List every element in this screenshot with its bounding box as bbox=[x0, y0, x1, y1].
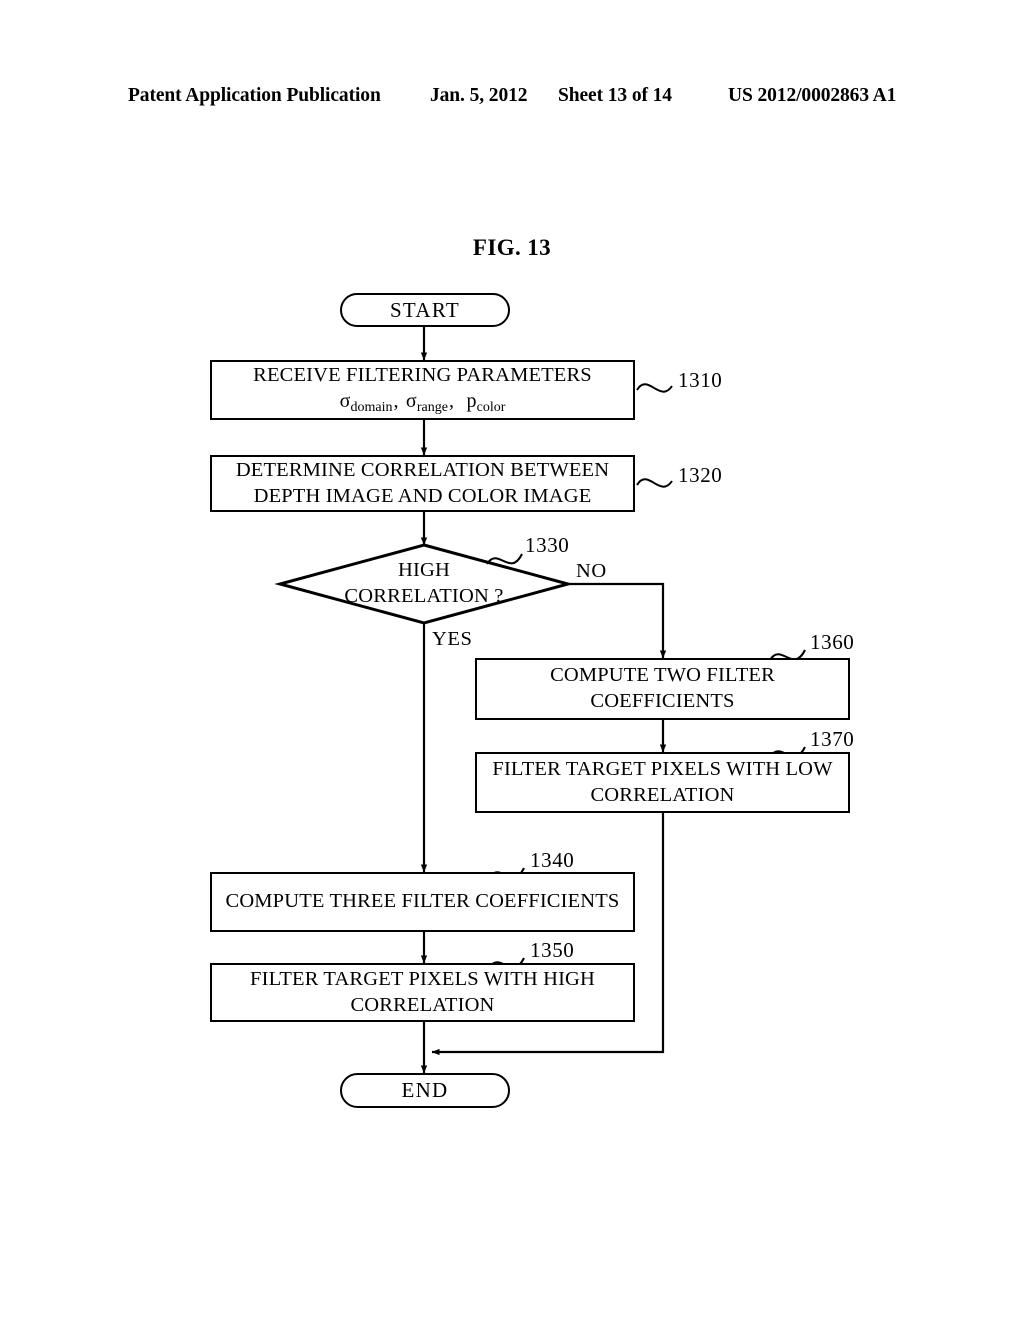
flow-node-1310-content: RECEIVE FILTERING PARAMETERS σdomain, σr… bbox=[245, 364, 600, 416]
flow-node-start: START bbox=[340, 293, 510, 327]
flow-node-1330-content: HIGH CORRELATION ? bbox=[344, 559, 503, 608]
flow-node-1370-line1: FILTER TARGET PIXELS WITH LOW bbox=[492, 757, 833, 780]
connector-no-branch-to-1360 bbox=[568, 582, 667, 659]
ref-numeral-1370: 1370 bbox=[810, 727, 855, 751]
sigma-domain-symbol: σdomain bbox=[339, 389, 393, 415]
flow-node-1360-content: COMPUTE TWO FILTER COEFFICIENTS bbox=[542, 664, 783, 714]
flow-node-1360-line2: COEFFICIENTS bbox=[590, 690, 735, 712]
branch-label-no: NO bbox=[576, 560, 607, 582]
ref-numeral-1350: 1350 bbox=[530, 938, 575, 962]
flow-node-1360: COMPUTE TWO FILTER COEFFICIENTS bbox=[475, 658, 850, 720]
flow-node-start-label: START bbox=[389, 297, 461, 322]
p-color-symbol: pcolor bbox=[466, 389, 506, 415]
flow-node-end-label: END bbox=[401, 1078, 449, 1103]
flow-node-1350-line1: FILTER TARGET PIXELS WITH HIGH bbox=[250, 967, 595, 990]
flow-node-end: END bbox=[340, 1073, 510, 1108]
flow-node-1370-content: FILTER TARGET PIXELS WITH LOW CORRELATIO… bbox=[484, 758, 840, 808]
flow-node-1350-line2: CORRELATION bbox=[350, 993, 495, 1016]
flow-node-1320-line1: DETERMINE CORRELATION BETWEEN bbox=[235, 458, 610, 481]
flow-node-1340-line1: COMPUTE THREE FILTER COEFFICIENTS bbox=[225, 890, 620, 912]
flow-node-1350: FILTER TARGET PIXELS WITH HIGH CORRELATI… bbox=[210, 963, 635, 1022]
sigma-range-symbol: σrange bbox=[405, 389, 448, 415]
flow-node-1310: RECEIVE FILTERING PARAMETERS σdomain, σr… bbox=[210, 360, 635, 420]
flow-node-1370: FILTER TARGET PIXELS WITH LOW CORRELATIO… bbox=[475, 752, 850, 813]
leader-line-1320 bbox=[636, 478, 673, 488]
ref-numeral-1310: 1310 bbox=[678, 368, 723, 392]
flow-node-1360-line1: COMPUTE TWO FILTER bbox=[550, 664, 775, 687]
ref-numeral-1330: 1330 bbox=[525, 533, 570, 557]
branch-label-yes: YES bbox=[432, 628, 473, 650]
flow-node-1320-content: DETERMINE CORRELATION BETWEEN DEPTH IMAG… bbox=[228, 459, 617, 509]
flow-node-1370-line2: CORRELATION bbox=[590, 783, 735, 806]
leader-line-1310 bbox=[636, 383, 673, 393]
flow-node-1310-line1: RECEIVE FILTERING PARAMETERS bbox=[253, 363, 592, 386]
flow-node-1330-line1: HIGH bbox=[397, 559, 451, 582]
flow-node-1330-line2: CORRELATION ? bbox=[344, 585, 504, 607]
flow-node-1320-line2: DEPTH IMAGE AND COLOR IMAGE bbox=[253, 484, 592, 507]
formula-separator-1: , bbox=[393, 389, 399, 412]
ref-numeral-1340: 1340 bbox=[530, 848, 575, 872]
flow-node-1340-content: COMPUTE THREE FILTER COEFFICIENTS bbox=[218, 890, 628, 914]
ref-numeral-1360: 1360 bbox=[810, 630, 855, 654]
ref-numeral-1320: 1320 bbox=[678, 463, 723, 487]
flow-node-1350-content: FILTER TARGET PIXELS WITH HIGH CORRELATI… bbox=[242, 968, 603, 1018]
flow-node-1310-formula: σdomain, σrange, pcolor bbox=[253, 390, 592, 416]
flow-node-1320: DETERMINE CORRELATION BETWEEN DEPTH IMAG… bbox=[210, 455, 635, 512]
formula-separator-2: , bbox=[448, 389, 455, 412]
flow-node-1340: COMPUTE THREE FILTER COEFFICIENTS bbox=[210, 872, 635, 932]
